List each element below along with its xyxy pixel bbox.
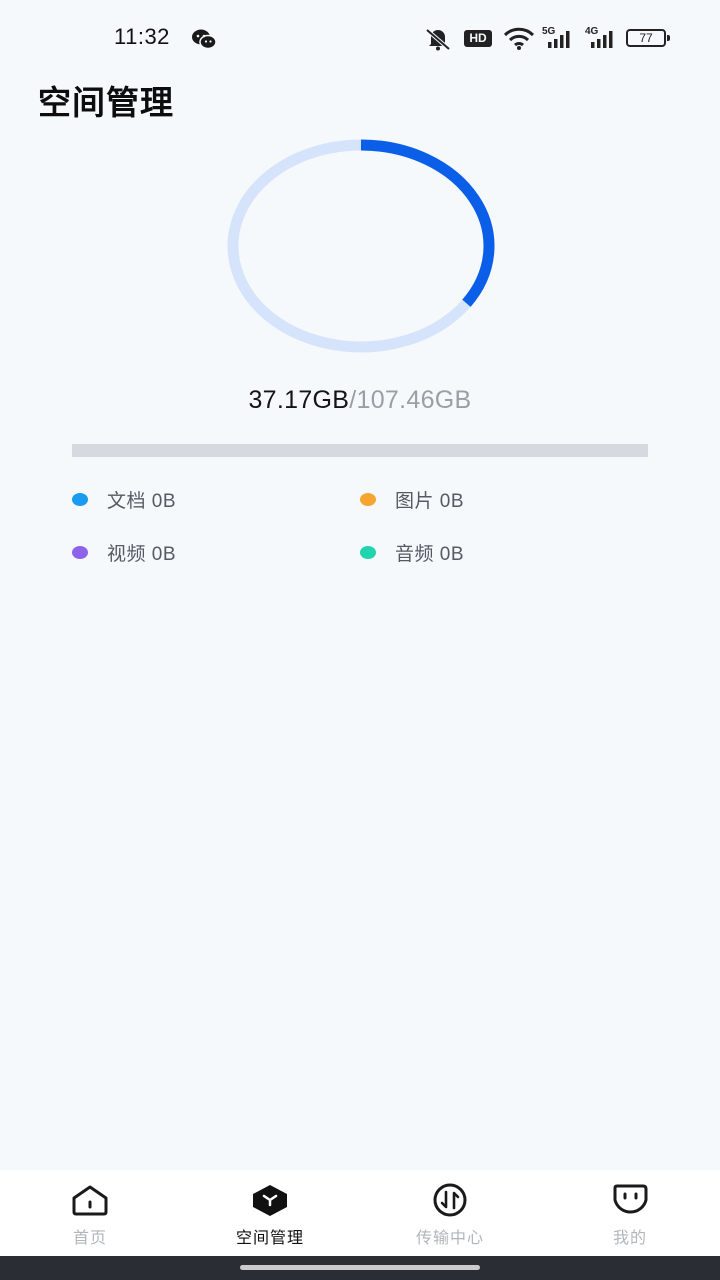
tab-profile-label: 我的 xyxy=(612,1230,647,1247)
tab-transfer-center-label: 传输中心 xyxy=(415,1230,484,1247)
page-title: 空间管理 xyxy=(38,84,174,121)
battery-tip xyxy=(667,35,670,41)
images-dot xyxy=(360,493,376,506)
audio-dot xyxy=(360,546,376,559)
total-storage: 107.46GB xyxy=(356,386,472,414)
videos-dot xyxy=(72,546,88,559)
5g-signal-icon: 5G xyxy=(542,26,574,52)
tab-home-label: 首页 xyxy=(72,1230,107,1247)
transfer-icon xyxy=(433,1183,467,1217)
legend-documents[interactable]: 文档 0B xyxy=(72,486,176,513)
tab-home[interactable]: 首页 xyxy=(20,1170,160,1256)
profile-face-icon xyxy=(613,1184,648,1214)
videos-label: 视频 0B xyxy=(107,544,177,565)
wechat-icon xyxy=(192,29,217,50)
legend-audio[interactable]: 音频 0B xyxy=(360,539,464,566)
gesture-handle[interactable] xyxy=(240,1265,480,1270)
usage-separator: / xyxy=(349,386,357,414)
4g-signal-icon: 4G xyxy=(585,26,617,52)
cube-icon xyxy=(253,1185,287,1216)
status-time: 11:32 xyxy=(114,24,170,49)
documents-dot xyxy=(72,493,88,506)
audio-label: 音频 0B xyxy=(395,544,465,565)
storage-usage-ring xyxy=(227,139,495,353)
battery-indicator: 77 xyxy=(626,29,666,47)
tab-space-management[interactable]: 空间管理 xyxy=(200,1170,340,1256)
legend-images[interactable]: 图片 0B xyxy=(360,486,464,513)
bottom-tab-bar: 首页 空间管理 传输中心 我的 xyxy=(0,1170,720,1256)
tab-profile[interactable]: 我的 xyxy=(560,1170,700,1256)
tab-space-management-label: 空间管理 xyxy=(235,1230,304,1247)
images-label: 图片 0B xyxy=(395,491,465,512)
status-bar: 11:32 HD 5G 4G 77 xyxy=(0,0,720,76)
ring-used-arc xyxy=(360,139,495,307)
storage-usage-text: 37.17GB/107.46GB xyxy=(0,386,720,415)
documents-label: 文档 0B xyxy=(107,491,177,512)
gesture-bar xyxy=(0,1256,720,1280)
mute-bell-icon xyxy=(425,28,451,51)
wifi-icon xyxy=(503,27,535,50)
used-storage: 37.17GB xyxy=(248,386,350,414)
hd-label: HD xyxy=(464,30,492,47)
legend-videos[interactable]: 视频 0B xyxy=(72,539,176,566)
tab-transfer-center[interactable]: 传输中心 xyxy=(380,1170,520,1256)
category-usage-bar xyxy=(72,444,648,457)
home-icon xyxy=(72,1185,108,1216)
hd-icon: HD xyxy=(464,26,494,52)
